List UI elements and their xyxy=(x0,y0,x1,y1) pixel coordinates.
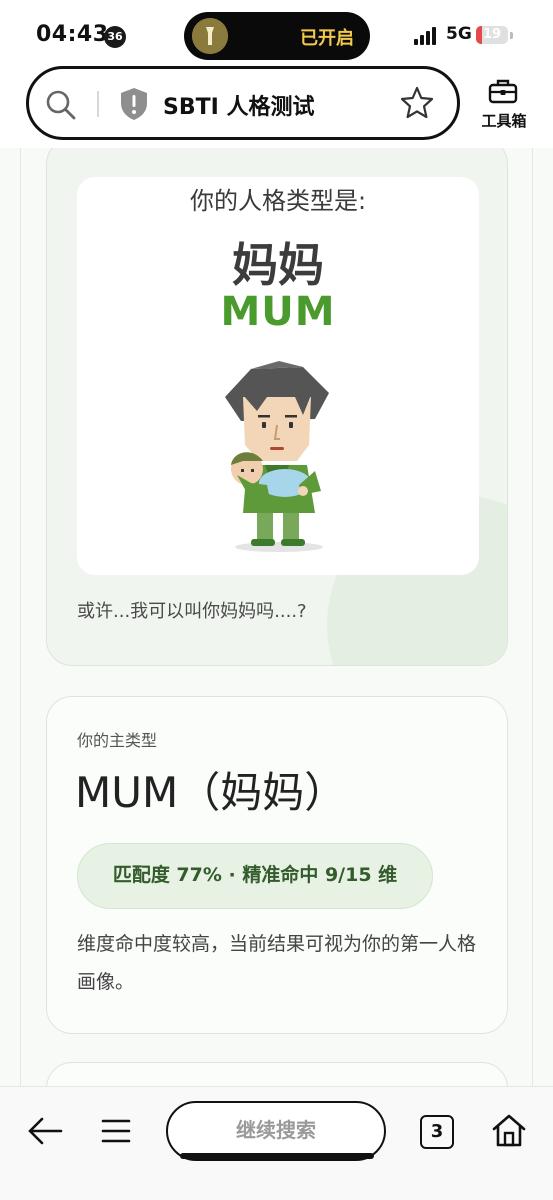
shield-icon[interactable] xyxy=(119,87,149,121)
match-score-badge: 匹配度 77% · 精准命中 9/15 维 xyxy=(77,843,433,909)
star-icon[interactable] xyxy=(399,85,435,121)
type-prompt: 你的人格类型是: xyxy=(189,187,367,215)
main-type-description: 维度命中度较高，当前结果可视为你的第一人格画像。 xyxy=(77,933,477,993)
toolbox-button[interactable]: 工具箱 xyxy=(474,76,534,132)
flashlight-icon xyxy=(192,18,228,54)
continue-search-button[interactable]: 继续搜索 xyxy=(166,1101,386,1161)
back-arrow-icon[interactable] xyxy=(26,1115,64,1147)
mum-mascot-illustration xyxy=(203,357,353,557)
type-name-en: MUM xyxy=(220,289,336,335)
next-card xyxy=(46,1062,508,1086)
status-bar: 04:43 36 已开启 5G 19 xyxy=(0,0,553,70)
network-type: 5G xyxy=(446,24,472,44)
notification-count-badge: 36 xyxy=(104,26,126,48)
result-caption: 或许...我可以叫你妈妈吗....? xyxy=(77,601,307,622)
status-time: 04:43 xyxy=(36,22,109,47)
search-icon[interactable] xyxy=(45,89,77,121)
type-name-cn: 妈妈 xyxy=(232,238,324,292)
search-divider xyxy=(97,91,99,117)
content-border-right xyxy=(532,148,533,1086)
result-card: 你的人格类型是: 妈妈 MUM 或许...我可以叫你妈妈吗....? xyxy=(46,148,508,666)
toolbox-label: 工具箱 xyxy=(481,112,527,130)
battery-level: 19 xyxy=(482,27,502,42)
main-type-value: MUM（妈妈） xyxy=(75,768,347,817)
menu-icon[interactable] xyxy=(100,1115,132,1147)
bottom-toolbar: 继续搜索 3 xyxy=(0,1086,553,1200)
main-type-label: 你的主类型 xyxy=(77,731,158,750)
home-icon[interactable] xyxy=(490,1111,528,1149)
address-bar[interactable]: SBTI 人格测试 xyxy=(26,66,460,140)
site-title[interactable]: SBTI 人格测试 xyxy=(163,89,314,121)
battery-cap xyxy=(510,32,513,39)
flashlight-status: 已开启 xyxy=(300,28,354,49)
home-indicator xyxy=(180,1153,374,1159)
signal-icon xyxy=(414,27,440,45)
web-content[interactable]: 你的人格类型是: 妈妈 MUM 或许...我可以叫你妈妈吗....? 你的主类型… xyxy=(0,148,553,1086)
tabs-count-button[interactable]: 3 xyxy=(420,1115,454,1149)
dynamic-island[interactable]: 已开启 xyxy=(184,12,370,60)
result-frame: 你的人格类型是: 妈妈 MUM xyxy=(77,177,479,575)
battery-icon: 19 xyxy=(476,26,508,44)
toolbox-icon xyxy=(488,78,518,104)
main-type-card: 你的主类型 MUM（妈妈） 匹配度 77% · 精准命中 9/15 维 维度命中… xyxy=(46,696,508,1034)
content-border-left xyxy=(20,148,21,1086)
